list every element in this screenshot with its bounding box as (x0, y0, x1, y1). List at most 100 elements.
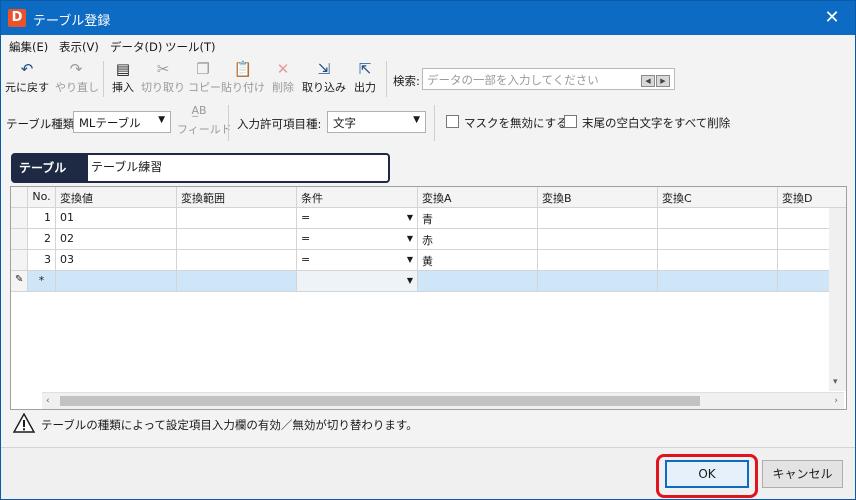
table-name-label: テーブル名： (13, 155, 88, 201)
column-header-a[interactable]: 変換A (418, 187, 538, 207)
new-row[interactable]: ✎ * ▼ (11, 271, 846, 292)
cell-condition[interactable]: = ▼ (297, 208, 418, 228)
menu-tools[interactable]: ツール(T) (165, 39, 216, 55)
cell-c[interactable] (658, 271, 778, 291)
cell-condition[interactable]: = ▼ (297, 250, 418, 270)
cut-button[interactable]: ✂ 切り取り (141, 59, 185, 99)
undo-button[interactable]: ↶ 元に戻す (5, 59, 49, 99)
cell-range[interactable] (177, 271, 297, 291)
row-selector[interactable] (11, 250, 28, 270)
input-type-value: 文字 (333, 116, 356, 130)
menu-view[interactable]: 表示(V) (59, 39, 99, 55)
cell-a[interactable]: 赤 (418, 229, 538, 249)
cell-b[interactable] (538, 271, 658, 291)
notice-bar: テーブルの種類によって設定項目入力欄の有効／無効が切り替わります。 (11, 413, 847, 435)
cell-b[interactable] (538, 250, 658, 270)
search-next-icon[interactable]: ▶ (656, 75, 670, 87)
scroll-thumb[interactable] (60, 396, 700, 406)
insert-button[interactable]: ▤ 挿入 (109, 59, 137, 99)
column-header-d[interactable]: 変換D (778, 187, 846, 207)
row-number: 1 (28, 208, 56, 228)
close-icon: ✕ (824, 7, 840, 28)
new-row-marker: * (28, 271, 56, 291)
column-header-no[interactable]: No. (28, 187, 56, 207)
cell-condition-value: = (301, 253, 311, 266)
column-header-value[interactable]: 変換値 (56, 187, 177, 207)
row-number: 2 (28, 229, 56, 249)
field-button[interactable]: A̲B フィールド (177, 101, 232, 141)
table-type-label: テーブル種類: (6, 117, 79, 131)
table-row[interactable]: 2 02 = ▼ 赤 (11, 229, 846, 250)
mask-checkbox[interactable] (446, 115, 459, 128)
scroll-right-icon[interactable]: › (834, 396, 838, 406)
close-button[interactable]: ✕ (809, 1, 855, 35)
mask-checkbox-label: マスクを無効にする (464, 116, 568, 130)
cell-c[interactable] (658, 229, 778, 249)
cell-b[interactable] (538, 229, 658, 249)
title-bar: D テーブル登録 ✕ (1, 1, 855, 35)
scroll-left-icon[interactable]: ‹ (46, 396, 50, 406)
app-logo-icon: D (8, 9, 26, 27)
cell-value[interactable] (56, 271, 177, 291)
field-icon: A̲B (191, 104, 207, 117)
input-type-select[interactable]: 文字 ▼ (327, 111, 426, 133)
cell-condition[interactable]: ▼ (297, 271, 418, 291)
options-row: テーブル種類: MLテーブル ▼ A̲B フィールド 入力許可項目種: 文字 ▼… (1, 101, 855, 145)
cell-range[interactable] (177, 229, 297, 249)
chevron-down-icon[interactable]: ▼ (407, 255, 413, 264)
cut-label: 切り取り (141, 81, 185, 94)
cell-condition[interactable]: = ▼ (297, 229, 418, 249)
menu-data[interactable]: データ(D) (110, 39, 162, 55)
trim-checkbox[interactable] (564, 115, 577, 128)
row-selector[interactable] (11, 229, 28, 249)
cell-value[interactable]: 02 (56, 229, 177, 249)
ok-button[interactable]: OK (665, 460, 749, 488)
cell-range[interactable] (177, 250, 297, 270)
cancel-button[interactable]: キャンセル (762, 460, 843, 488)
chevron-down-icon[interactable]: ▼ (407, 213, 413, 222)
insert-icon: ▤ (115, 60, 131, 78)
cell-a[interactable] (418, 271, 538, 291)
search-input[interactable]: データの一部を入力してください (422, 68, 675, 90)
cell-a[interactable]: 黄 (418, 250, 538, 270)
export-button[interactable]: ⇱ 出力 (351, 59, 379, 99)
column-header-b[interactable]: 変換B (538, 187, 658, 207)
undo-icon: ↶ (20, 60, 34, 78)
dialog-window: D テーブル登録 ✕ 編集(E) 表示(V) データ(D) ツール(T) ↶ 元… (0, 0, 856, 500)
search-prev-icon[interactable]: ◀ (641, 75, 655, 87)
data-grid: No. 変換値 変換範囲 条件 変換A 変換B 変換C 変換D 1 01 = ▼ … (10, 186, 847, 410)
table-name-input[interactable]: テーブル練習 (91, 158, 162, 175)
search-nav: ◀ ▶ (641, 72, 673, 87)
copy-button[interactable]: ❐ コピー (188, 59, 221, 99)
cell-c[interactable] (658, 208, 778, 228)
chevron-down-icon[interactable]: ▼ (407, 234, 413, 243)
chevron-down-icon[interactable]: ▼ (407, 276, 413, 285)
horizontal-scrollbar[interactable]: ‹ › (42, 392, 844, 409)
redo-button[interactable]: ↷ やり直し (55, 59, 99, 99)
cell-a[interactable]: 青 (418, 208, 538, 228)
chevron-down-icon: ▼ (158, 115, 165, 125)
table-type-select[interactable]: MLテーブル ▼ (73, 111, 171, 133)
search-label: 検索: (393, 74, 420, 88)
column-header-condition[interactable]: 条件 (297, 187, 418, 207)
column-header-range[interactable]: 変換範囲 (177, 187, 297, 207)
delete-button[interactable]: ✕ 削除 (269, 59, 297, 99)
vertical-scrollbar[interactable]: ▾ (829, 208, 846, 391)
cell-value[interactable]: 03 (56, 250, 177, 270)
menu-bar: 編集(E) 表示(V) データ(D) ツール(T) (1, 35, 855, 57)
scroll-down-icon[interactable]: ▾ (833, 377, 838, 387)
cell-range[interactable] (177, 208, 297, 228)
cell-b[interactable] (538, 208, 658, 228)
cell-value[interactable]: 01 (56, 208, 177, 228)
row-selector[interactable] (11, 208, 28, 228)
column-header-c[interactable]: 変換C (658, 187, 778, 207)
table-row[interactable]: 3 03 = ▼ 黄 (11, 250, 846, 271)
cell-c[interactable] (658, 250, 778, 270)
paste-button[interactable]: 📋 貼り付け (221, 59, 265, 99)
menu-edit[interactable]: 編集(E) (9, 39, 48, 55)
import-button[interactable]: ⇲ 取り込み (302, 59, 346, 99)
delete-label: 削除 (272, 81, 294, 94)
table-row[interactable]: 1 01 = ▼ 青 (11, 208, 846, 229)
edit-pencil-icon: ✎ (11, 271, 28, 291)
table-name-field: テーブル名： テーブル練習 (11, 153, 390, 201)
